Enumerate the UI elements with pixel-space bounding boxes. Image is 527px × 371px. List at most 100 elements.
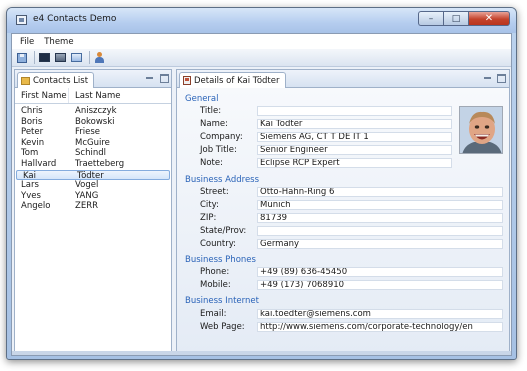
label-title: Title: <box>200 106 222 116</box>
blue-theme-button[interactable] <box>70 51 83 64</box>
first-name-cell: Hallvard <box>21 158 57 169</box>
status-strip <box>12 351 511 355</box>
job-title-field[interactable]: Senior Engineer <box>257 145 452 155</box>
label-web-page: Web Page: <box>200 322 245 332</box>
state-field[interactable] <box>257 226 503 236</box>
label-city: City: <box>200 200 219 210</box>
table-row[interactable]: Peter Friese <box>15 127 171 138</box>
dark-theme-icon <box>39 53 50 62</box>
maximize-view-button[interactable] <box>497 74 506 83</box>
last-name-cell: Traetteberg <box>75 158 125 169</box>
first-name-cell: Peter <box>21 127 44 138</box>
company-field[interactable]: Siemens AG, CT T DE IT 1 <box>257 132 452 142</box>
app-icon[interactable] <box>16 15 27 25</box>
label-state: State/Prov: <box>200 226 247 236</box>
table-row-selected[interactable]: Kai Tödter <box>16 169 170 181</box>
last-name-cell: McGuire <box>75 137 110 148</box>
details-tabbar: Details of Kai Tödter <box>177 70 509 88</box>
note-field[interactable]: Eclipse RCP Expert <box>257 158 452 168</box>
label-job-title: Job Title: <box>200 145 237 155</box>
label-country: Country: <box>200 239 237 249</box>
tab-details[interactable]: Details of Kai Tödter <box>179 72 286 88</box>
toolbar-separator <box>89 51 90 64</box>
close-button[interactable]: ✕ <box>468 11 510 26</box>
details-panel: Details of Kai Tödter General Title: Nam… <box>176 69 510 355</box>
minimize-button[interactable]: – <box>418 11 443 26</box>
close-icon: ✕ <box>484 13 494 24</box>
maximize-view-button[interactable] <box>160 74 169 83</box>
person-icon <box>94 51 105 64</box>
menu-bar: File Theme <box>12 34 511 49</box>
save-icon <box>16 52 27 63</box>
table-row[interactable]: Boris Bokowski <box>15 117 171 128</box>
client-area: File Theme Contacts List First Name Last… <box>11 33 512 356</box>
mobile-field[interactable]: +49 (173) 7068910 <box>257 280 503 290</box>
table-row[interactable]: Kevin McGuire <box>15 138 171 149</box>
last-name-cell: YANG <box>75 190 99 201</box>
dark-theme-button[interactable] <box>38 51 51 64</box>
toolbar <box>12 49 511 67</box>
table-row[interactable]: Lars Vogel <box>15 180 171 191</box>
contact-photo-image <box>460 107 502 153</box>
label-name: Name: <box>200 119 228 129</box>
person-button[interactable] <box>93 51 106 64</box>
menu-theme[interactable]: Theme <box>40 36 77 48</box>
table-row[interactable]: Tom Schindl <box>15 148 171 159</box>
contacts-table: Chris Aniszczyk Boris Bokowski Peter Friese… <box>15 106 171 212</box>
table-header: First Name Last Name <box>15 88 171 104</box>
last-name-cell: Aniszczyk <box>75 106 117 116</box>
minimize-view-button[interactable] <box>483 74 492 83</box>
first-name-cell: Boris <box>21 116 43 127</box>
column-header-first-name[interactable]: First Name <box>15 88 69 103</box>
tab-details-label: Details of Kai Tödter <box>194 75 280 86</box>
city-field[interactable]: Munich <box>257 200 503 210</box>
email-field[interactable]: kai.toedter@siemens.com <box>257 309 503 319</box>
label-zip: ZIP: <box>200 213 217 223</box>
zip-field[interactable]: 81739 <box>257 213 503 223</box>
label-email: Email: <box>200 309 227 319</box>
last-name-cell: Tödter <box>77 170 104 181</box>
label-mobile: Mobile: <box>200 280 231 290</box>
section-general: General <box>185 94 219 104</box>
maximize-icon: □ <box>451 13 461 24</box>
maximize-button[interactable]: □ <box>443 11 468 26</box>
save-button[interactable] <box>15 51 28 64</box>
last-name-cell: Friese <box>75 127 101 138</box>
table-row[interactable]: Hallvard Traetteberg <box>15 159 171 170</box>
column-header-last-name[interactable]: Last Name <box>69 88 120 103</box>
first-name-cell: Chris <box>21 106 43 116</box>
title-field[interactable] <box>257 106 452 116</box>
app-window: e4 Contacts Demo – □ ✕ File Theme Contac… <box>6 7 517 360</box>
name-field[interactable]: Kai Tödter <box>257 119 452 129</box>
gray-theme-icon <box>55 53 66 62</box>
table-row[interactable]: Angelo ZERR <box>15 201 171 212</box>
tab-contacts-list[interactable]: Contacts List <box>17 72 95 88</box>
last-name-cell: Bokowski <box>75 116 115 127</box>
country-field[interactable]: Germany <box>257 239 503 249</box>
contact-card-icon <box>183 76 191 85</box>
section-business-address: Business Address <box>185 175 260 185</box>
label-street: Street: <box>200 187 229 197</box>
minimize-icon: – <box>428 13 434 24</box>
phone-field[interactable]: +49 (89) 636-45450 <box>257 267 503 277</box>
label-note: Note: <box>200 158 223 168</box>
label-phone: Phone: <box>200 267 230 277</box>
table-row[interactable]: Yves YANG <box>15 191 171 202</box>
details-form: General Title: Name: Kai Tödter Company:… <box>177 88 509 354</box>
street-field[interactable]: Otto-Hahn-Ring 6 <box>257 187 503 197</box>
window-title: e4 Contacts Demo <box>33 14 117 24</box>
web-page-field[interactable]: http://www.siemens.com/corporate-technol… <box>257 322 503 332</box>
title-bar[interactable]: e4 Contacts Demo – □ ✕ <box>7 8 516 33</box>
blue-theme-icon <box>71 53 82 62</box>
table-row[interactable]: Chris Aniszczyk <box>15 106 171 117</box>
first-name-cell: Kai <box>23 170 36 181</box>
gray-theme-button[interactable] <box>54 51 67 64</box>
minimize-view-button[interactable] <box>145 74 154 83</box>
contact-photo <box>459 106 503 154</box>
menu-file[interactable]: File <box>16 36 38 48</box>
first-name-cell: Yves <box>21 190 41 201</box>
section-business-phones: Business Phones <box>185 255 256 265</box>
last-name-cell: Schindl <box>75 148 106 159</box>
first-name-cell: Lars <box>21 180 39 191</box>
label-company: Company: <box>200 132 243 142</box>
